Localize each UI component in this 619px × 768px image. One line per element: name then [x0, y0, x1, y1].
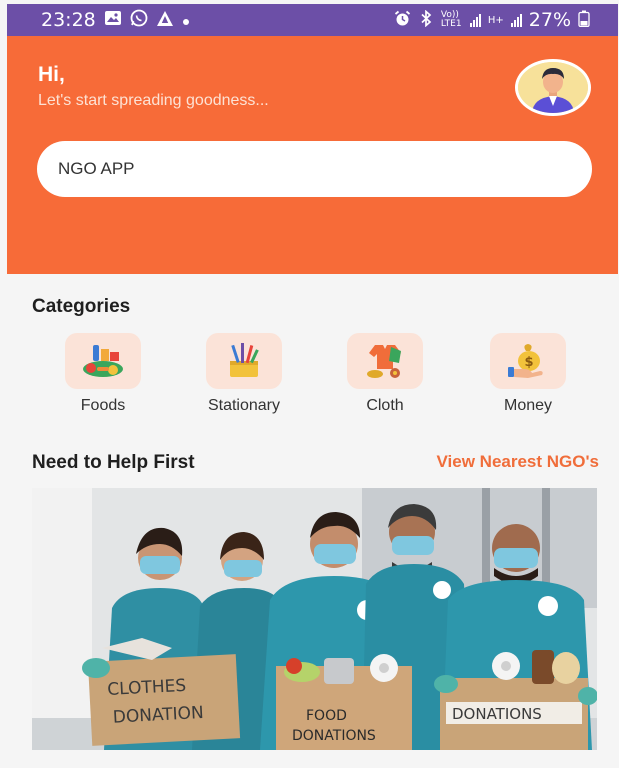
battery-percent: 27% — [528, 9, 571, 31]
help-section-title: Need to Help First — [32, 452, 195, 473]
banner-sign-clothes-line1: CLOTHES — [107, 676, 187, 700]
categories-title: Categories — [32, 296, 131, 317]
category-money-label: Money — [503, 397, 553, 414]
banner-sign-food-line2: DONATIONS — [292, 728, 376, 744]
category-stationary-tile — [206, 333, 282, 389]
category-cloth[interactable]: Cloth — [330, 333, 440, 415]
whatsapp-icon — [130, 9, 148, 31]
stationary-icon — [230, 343, 259, 377]
category-cloth-label: Cloth — [366, 397, 404, 414]
avatar[interactable] — [515, 59, 591, 116]
view-nearest-ngos-link[interactable]: View Nearest NGO's — [437, 452, 599, 472]
header: Hi, Let's start spreading goodness... — [7, 36, 618, 274]
money-icon: $ — [508, 344, 543, 378]
alarm-icon — [394, 10, 411, 31]
search-input[interactable] — [37, 141, 592, 197]
greeting-title: Hi, — [38, 63, 65, 86]
gallery-icon — [104, 10, 122, 30]
alert-triangle-icon — [156, 10, 174, 31]
category-stationary[interactable]: Stationary — [189, 333, 299, 415]
bluetooth-icon — [418, 9, 434, 31]
status-bar-left: 23:28 — [41, 9, 190, 31]
avatar-icon — [518, 62, 588, 113]
signal-icon — [469, 13, 481, 27]
volunteers-banner-image: CLOTHES DONATION FOOD DONATIONS DONATION… — [32, 488, 597, 750]
category-stationary-label: Stationary — [207, 397, 281, 414]
category-foods[interactable]: Foods — [48, 333, 158, 415]
network2-label: H+ — [487, 14, 504, 26]
category-foods-label: Foods — [80, 397, 126, 414]
food-icon — [83, 345, 123, 377]
category-foods-tile — [65, 333, 141, 389]
category-money-tile: $ — [490, 333, 566, 389]
banner-sign-donations: DONATIONS — [452, 705, 542, 723]
network-label: Vo)) LTE1 — [440, 10, 462, 29]
greeting-subtitle: Let's start spreading goodness... — [38, 92, 269, 109]
cloth-icon — [367, 345, 401, 378]
battery-icon — [578, 10, 590, 31]
status-bar: 23:28 Vo)) LTE1 H+ 27% — [7, 4, 618, 36]
status-time: 23:28 — [41, 9, 96, 31]
signal-icon-2 — [510, 13, 522, 27]
banner-sign-food-line1: FOOD — [306, 708, 347, 724]
category-money[interactable]: $ Money — [473, 333, 583, 415]
category-cloth-tile — [347, 333, 423, 389]
status-bar-right: Vo)) LTE1 H+ 27% — [394, 9, 590, 31]
app-screen: 23:28 Vo)) LTE1 H+ 27% Hi, Let's start s… — [0, 0, 619, 768]
dot-icon — [182, 11, 190, 30]
svg-text:$: $ — [524, 355, 533, 370]
